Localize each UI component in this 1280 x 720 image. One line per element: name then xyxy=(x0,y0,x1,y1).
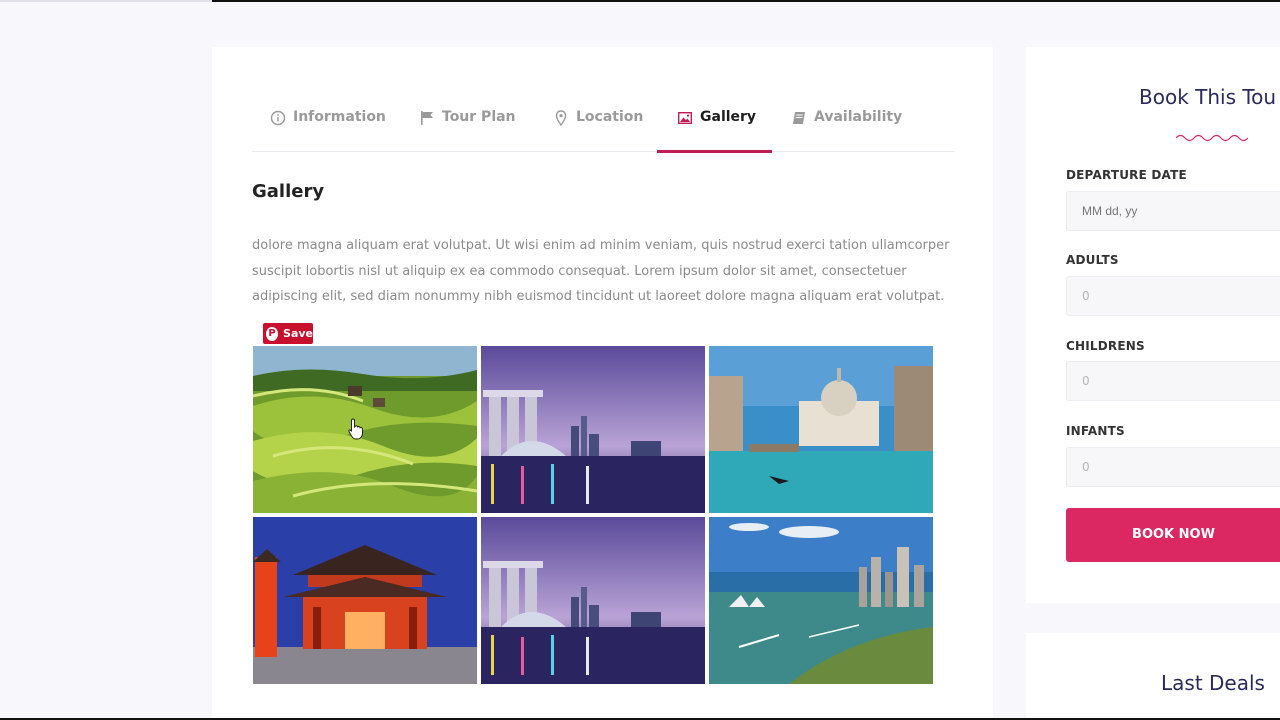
top-border xyxy=(0,0,1280,2)
book-now-button[interactable]: BOOK NOW xyxy=(1066,508,1280,562)
gallery-heading: Gallery xyxy=(252,181,325,202)
gallery-photo-singapore[interactable] xyxy=(481,346,705,513)
children-label: CHILDRENS xyxy=(1066,339,1145,353)
tab-availability[interactable]: Availability xyxy=(791,99,902,152)
pinterest-save-button[interactable]: P Save xyxy=(263,323,313,344)
tab-label: Location xyxy=(576,109,644,125)
adults-input[interactable]: 0 xyxy=(1066,276,1280,316)
tour-details-card: Information Tour Plan Location Gallery A… xyxy=(212,47,993,720)
adults-label: ADULTS xyxy=(1066,253,1119,267)
map-pin-icon xyxy=(555,110,567,126)
booking-card: Book This Tou DEPARTURE DATE ADULTS 0 CH… xyxy=(1026,47,1280,603)
pin-save-label: Save xyxy=(283,327,313,340)
pinterest-icon: P xyxy=(266,326,279,341)
image-icon xyxy=(678,112,692,124)
last-deals-card: Last Deals xyxy=(1026,633,1280,720)
tab-label: Information xyxy=(293,109,386,125)
photo-gallery xyxy=(253,346,933,684)
gallery-photo-singapore[interactable] xyxy=(481,517,705,684)
tab-label: Gallery xyxy=(700,109,757,125)
infants-input[interactable]: 0 xyxy=(1066,447,1280,487)
last-deals-title: Last Deals xyxy=(1161,671,1265,695)
tab-label: Availability xyxy=(814,109,903,125)
children-input[interactable]: 0 xyxy=(1066,361,1280,401)
gallery-photo-sydney[interactable] xyxy=(709,517,933,684)
gallery-description: dolore magna aliquam erat volutpat. Ut w… xyxy=(252,238,950,305)
tab-gallery[interactable]: Gallery xyxy=(657,99,772,153)
gallery-photo-rice-terraces[interactable] xyxy=(253,346,477,513)
flag-icon xyxy=(421,111,433,125)
tab-label: Tour Plan xyxy=(442,109,516,125)
book-icon xyxy=(793,112,805,124)
squiggle-divider xyxy=(1176,134,1248,142)
departure-date-input[interactable] xyxy=(1066,191,1280,231)
tab-information[interactable]: Information xyxy=(270,99,386,152)
info-icon xyxy=(270,110,286,126)
hand-cursor-icon xyxy=(348,418,363,440)
booking-title: Book This Tou xyxy=(1139,85,1277,109)
gallery-photo-temple-gate[interactable] xyxy=(253,517,477,684)
infants-label: INFANTS xyxy=(1066,424,1125,438)
tab-tour-plan[interactable]: Tour Plan xyxy=(419,99,516,152)
tab-location[interactable]: Location xyxy=(553,99,643,152)
tabs-bar: Information Tour Plan Location Gallery A… xyxy=(252,99,954,153)
departure-date-label: DEPARTURE DATE xyxy=(1066,168,1187,182)
gallery-photo-venice[interactable] xyxy=(709,346,933,513)
